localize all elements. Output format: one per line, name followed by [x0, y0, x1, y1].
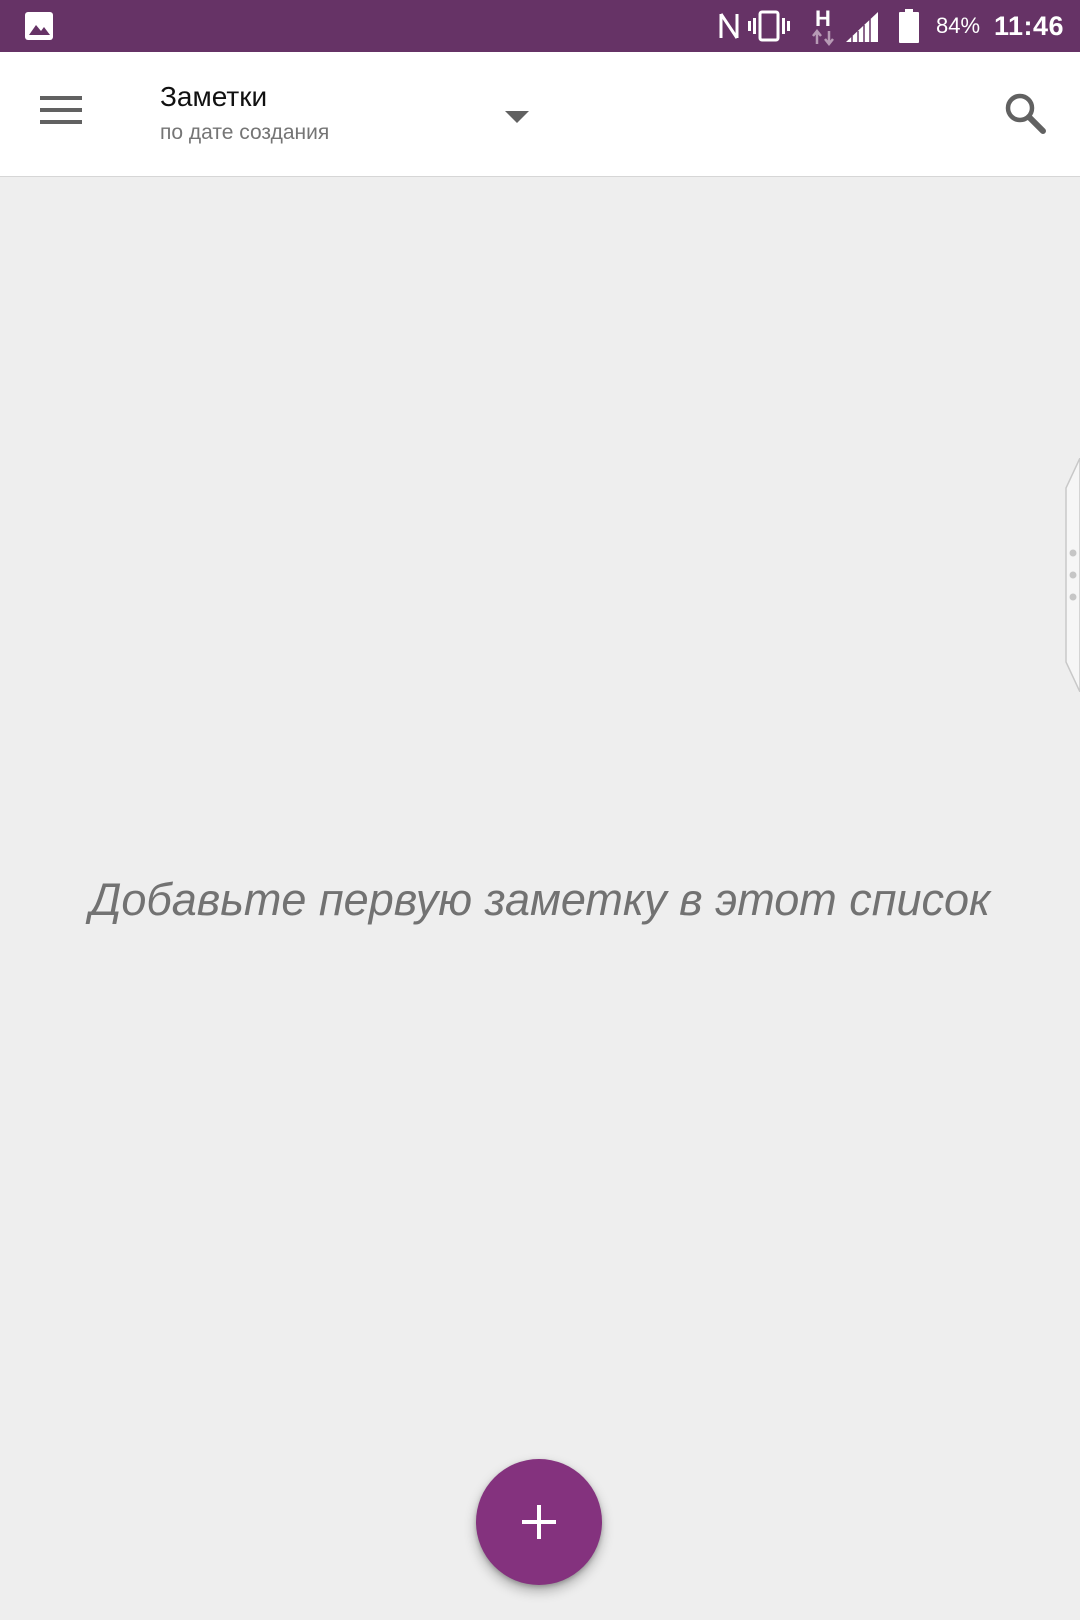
battery-icon — [899, 9, 919, 43]
signal-icon — [846, 12, 878, 42]
page-title: Заметки — [160, 81, 268, 112]
edge-panel-handle[interactable] — [1062, 458, 1080, 692]
search-icon[interactable] — [1004, 92, 1046, 134]
sort-selector[interactable]: Заметки по дате создания — [160, 80, 540, 152]
dropdown-arrow-icon — [505, 111, 529, 123]
gallery-icon — [25, 12, 53, 40]
add-note-button[interactable] — [476, 1459, 602, 1585]
menu-icon[interactable] — [38, 92, 84, 128]
plus-icon — [522, 1505, 556, 1539]
status-bar: H 84% 11:46 — [0, 0, 1080, 52]
vibrate-icon — [748, 10, 790, 42]
nfc-icon — [719, 13, 739, 39]
app-toolbar: Заметки по дате создания — [0, 52, 1080, 177]
network-type-label: H — [815, 6, 831, 31]
network-h-icon: H — [812, 6, 834, 46]
sort-subtitle: по дате создания — [160, 121, 330, 144]
clock: 11:46 — [994, 11, 1065, 41]
battery-percent: 84% — [936, 13, 981, 38]
empty-list-message: Добавьте первую заметку в этот список — [89, 874, 991, 925]
